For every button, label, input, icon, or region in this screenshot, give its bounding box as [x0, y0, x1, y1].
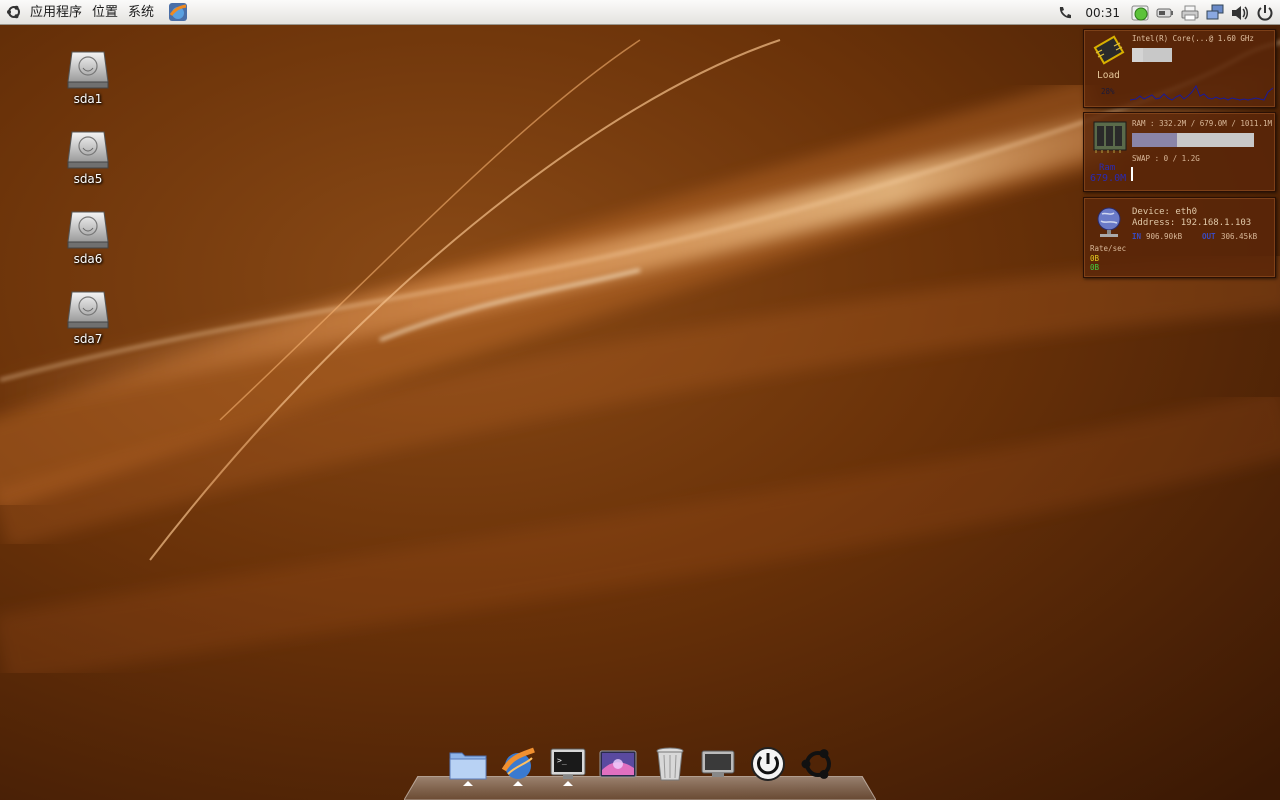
- ubuntu-logo-icon[interactable]: [3, 1, 25, 23]
- drive-label: sda5: [73, 172, 103, 186]
- net-rate-in: 0B: [1090, 254, 1100, 263]
- net-out-value: 306.45kB: [1221, 232, 1258, 241]
- places-menu[interactable]: 位置: [87, 0, 123, 25]
- hard-drive-icon: [67, 291, 109, 329]
- net-out-label: OUT: [1202, 232, 1216, 241]
- cpu-load-percent: 28%: [1101, 87, 1115, 96]
- swap-usage-text: SWAP : 0 / 1.2G: [1132, 154, 1200, 163]
- hard-drive-icon: [67, 51, 109, 89]
- net-rate-label: Rate/sec: [1090, 244, 1127, 253]
- system-menu[interactable]: 系统: [123, 0, 159, 25]
- printer-icon[interactable]: [1179, 2, 1201, 24]
- ram-usage-text: RAM : 332.2M / 679.0M / 1011.1M: [1132, 119, 1272, 128]
- cpu-monitor-widget[interactable]: Intel(R) Core(...@ 1.60 GHz Load 28%: [1083, 29, 1276, 108]
- dock-file-manager[interactable]: [448, 744, 488, 784]
- dock-browser[interactable]: [498, 744, 538, 784]
- terminal-icon: >_: [550, 748, 586, 779]
- panel-tray: 00:31: [1054, 0, 1276, 25]
- dock-running-indicator: [463, 781, 473, 786]
- dock-shutdown[interactable]: [748, 744, 788, 784]
- clock[interactable]: 00:31: [1079, 6, 1126, 20]
- power-icon: [751, 747, 785, 781]
- drive-icon-sda1[interactable]: sda1: [48, 46, 128, 106]
- cpu-chip-icon: [1093, 35, 1125, 65]
- dock-trash[interactable]: [650, 744, 690, 784]
- net-in-label: IN: [1132, 232, 1142, 241]
- hard-drive-icon: [67, 131, 109, 169]
- dock-terminal[interactable]: >_: [548, 744, 588, 784]
- net-address: Address: 192.168.1.103: [1132, 218, 1252, 228]
- globe-network-icon: [1097, 207, 1121, 237]
- hard-drive-icon: [67, 211, 109, 249]
- status-indicator-icon[interactable]: [1129, 2, 1151, 24]
- browser-launcher-icon[interactable]: [167, 1, 189, 23]
- cpu-history-graph: [1130, 84, 1274, 101]
- net-rate-out: 0B: [1090, 263, 1100, 272]
- browser-icon: [501, 747, 535, 779]
- power-icon[interactable]: [1254, 2, 1276, 24]
- ram-value: 679.0M: [1090, 173, 1127, 184]
- applications-menu[interactable]: 应用程序: [25, 0, 87, 25]
- battery-icon[interactable]: [1154, 2, 1176, 24]
- network-icon[interactable]: [1204, 2, 1226, 24]
- cpu-load-label: Load: [1097, 70, 1120, 81]
- dock-image-viewer[interactable]: [598, 744, 638, 784]
- cpu-bar: [1132, 48, 1172, 62]
- dock-running-indicator: [513, 781, 523, 786]
- trash-icon: [656, 747, 684, 781]
- dock-running-indicator: [563, 781, 573, 786]
- drive-label: sda7: [73, 332, 103, 346]
- display-icon: [701, 750, 735, 777]
- net-in-value: 906.90kB: [1146, 232, 1183, 241]
- image-viewer-icon: [599, 750, 637, 778]
- ubuntu-icon: [801, 749, 831, 779]
- phone-icon[interactable]: [1054, 2, 1076, 24]
- cpu-name: Intel(R) Core(...@ 1.60 GHz: [1132, 34, 1254, 43]
- svg-text:>_: >_: [557, 756, 567, 765]
- top-panel: 应用程序 位置 系统 00:31: [0, 0, 1280, 25]
- dock-display[interactable]: [698, 744, 738, 784]
- ram-monitor-widget[interactable]: RAM : 332.2M / 679.0M / 1011.1M SWAP : 0…: [1083, 112, 1276, 192]
- network-monitor-widget[interactable]: Device: eth0 Address: 192.168.1.103 IN 9…: [1083, 197, 1276, 278]
- cpu-bar-fill: [1132, 48, 1144, 62]
- volume-icon[interactable]: [1229, 2, 1251, 24]
- ram-bar-fill: [1132, 133, 1178, 147]
- drive-label: sda1: [73, 92, 103, 106]
- memory-chip-icon: [1093, 121, 1127, 153]
- folder-icon: [449, 752, 487, 780]
- drive-icon-sda5[interactable]: sda5: [48, 126, 128, 186]
- drive-icon-sda6[interactable]: sda6: [48, 206, 128, 266]
- swap-bar: [1131, 167, 1133, 181]
- ram-label: Ram: [1099, 163, 1116, 173]
- net-device: Device: eth0: [1132, 207, 1198, 217]
- drive-icon-sda7[interactable]: sda7: [48, 286, 128, 346]
- dock-ubuntu[interactable]: [798, 744, 838, 784]
- drive-label: sda6: [73, 252, 103, 266]
- ram-bar: [1132, 133, 1254, 147]
